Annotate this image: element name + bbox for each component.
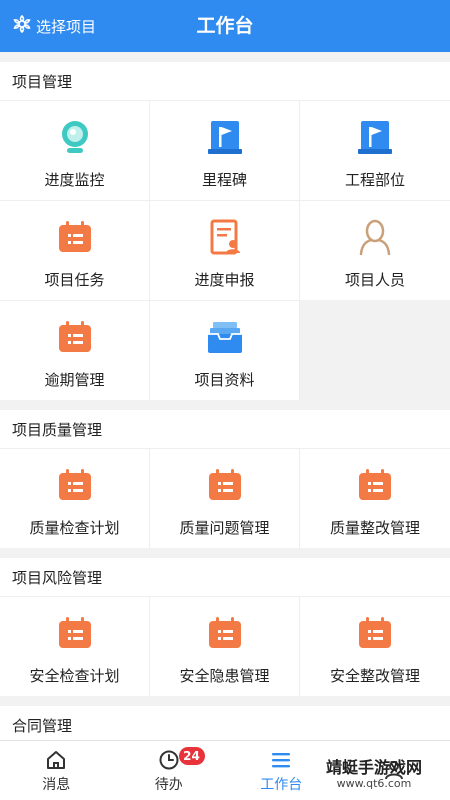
calendar-icon [355,613,395,653]
calendar-icon [55,317,95,357]
grid-item-safety-plan[interactable]: 安全检查计划 [0,596,150,696]
calendar-icon [205,613,245,653]
watermark-url: www.qt6.com [336,777,412,790]
home-icon [43,748,69,772]
tab-todo[interactable]: 24 待办 [113,741,226,800]
grid-item-quality-plan[interactable]: 质量检查计划 [0,448,150,548]
grid-item-label: 进度监控 [44,171,105,189]
grid-item-label: 进度申报 [194,271,255,289]
settings-flower-icon [12,14,32,38]
grid-empty-cell [300,300,450,400]
grid-item-label: 质量整改管理 [329,519,420,537]
grid-item-label: 安全整改管理 [329,667,420,685]
tab-messages[interactable]: 消息 [0,741,113,800]
grid-item-label: 项目人员 [344,271,405,289]
grid-item-safety-rectify[interactable]: 安全整改管理 [300,596,450,696]
quality-grid: 质量检查计划 质量问题管理 质量整改管理 [0,448,450,548]
tab-label: 待办 [154,776,183,793]
menu-icon [268,748,294,772]
grid-item-project-part[interactable]: 工程部位 [300,100,450,200]
calendar-icon [355,465,395,505]
section-title-contract: 合同管理 [0,706,450,740]
tab-label: 消息 [42,776,71,793]
clock-icon [156,748,182,772]
section-title-quality: 项目质量管理 [0,410,450,448]
watermark-text: 靖蜓手游戏网 [325,758,422,777]
grid-item-project-docs[interactable]: 项目资料 [150,300,300,400]
grid-item-label: 质量检查计划 [29,519,120,537]
inbox-tray-icon [205,317,245,357]
tab-label: 工作台 [260,776,303,793]
grid-item-label: 安全检查计划 [29,667,120,685]
project-grid: 进度监控 里程碑 工程部位 项目任务 进度申报 项目人员 逾期管理 项目资料 [0,100,450,400]
grid-item-progress-report[interactable]: 进度申报 [150,200,300,300]
calendar-icon [55,613,95,653]
grid-item-label: 工程部位 [344,171,405,189]
grid-item-quality-rectify[interactable]: 质量整改管理 [300,448,450,548]
select-project-label: 选择项目 [36,17,97,36]
grid-item-progress-monitor[interactable]: 进度监控 [0,100,150,200]
person-icon [355,217,395,257]
grid-item-project-task[interactable]: 项目任务 [0,200,150,300]
risk-grid: 安全检查计划 安全隐患管理 安全整改管理 [0,596,450,696]
grid-item-safety-hazard[interactable]: 安全隐患管理 [150,596,300,696]
section-divider [0,696,450,706]
grid-item-label: 质量问题管理 [179,519,270,537]
grid-item-label: 逾期管理 [44,371,105,389]
top-header: 选择项目 工作台 [0,0,450,52]
location-flag-icon [355,117,395,157]
report-document-icon [205,217,245,257]
section-divider [0,400,450,410]
grid-item-overdue[interactable]: 逾期管理 [0,300,150,400]
workbench-content: 项目管理 进度监控 里程碑 工程部位 项目任务 进度申报 项目人员 逾期管理 项… [0,62,450,740]
calendar-icon [55,217,95,257]
milestone-flag-icon [205,117,245,157]
select-project-button[interactable]: 选择项目 [12,0,96,52]
section-divider [0,548,450,558]
grid-item-label: 里程碑 [201,171,247,189]
grid-item-quality-issue[interactable]: 质量问题管理 [150,448,300,548]
watermark: 靖蜓手游戏网 www.qt6.com [304,760,444,796]
section-title-project: 项目管理 [0,62,450,100]
grid-item-label: 项目资料 [194,371,255,389]
grid-item-label: 安全隐患管理 [179,667,270,685]
camera-icon [55,117,95,157]
grid-item-label: 项目任务 [44,271,105,289]
todo-count-badge: 24 [178,747,205,765]
grid-item-milestone[interactable]: 里程碑 [150,100,300,200]
grid-item-project-staff[interactable]: 项目人员 [300,200,450,300]
section-title-risk: 项目风险管理 [0,558,450,596]
calendar-icon [205,465,245,505]
calendar-icon [55,465,95,505]
